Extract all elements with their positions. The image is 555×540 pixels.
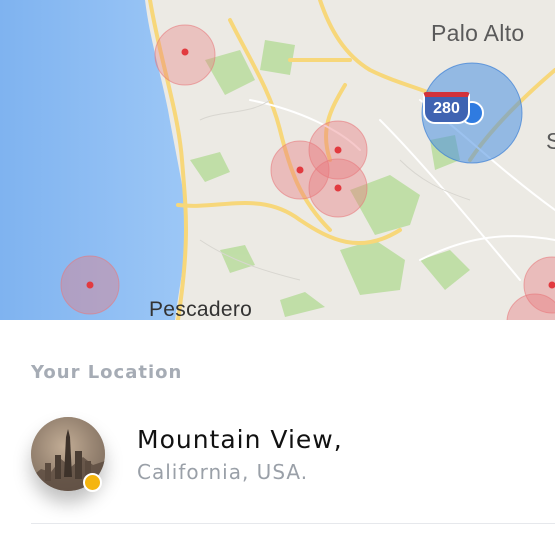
map-label-pescadero: Pescadero bbox=[149, 298, 253, 320]
highway-shield: 280 bbox=[423, 92, 470, 124]
location-city: Mountain View, bbox=[137, 425, 343, 454]
location-panel: Your Location Mountain View, California,… bbox=[0, 320, 555, 540]
map-marker[interactable] bbox=[60, 255, 120, 315]
location-region: California, USA. bbox=[137, 460, 309, 484]
divider bbox=[31, 523, 555, 524]
map-marker[interactable] bbox=[154, 24, 216, 86]
section-label: Your Location bbox=[31, 362, 183, 383]
map-view[interactable]: Palo Alto Pescadero S 280 bbox=[0, 0, 555, 320]
map-marker[interactable] bbox=[308, 158, 368, 218]
status-dot bbox=[83, 473, 102, 492]
map-label-palo-alto: Palo Alto bbox=[431, 20, 525, 46]
map-label-edge: S bbox=[546, 128, 555, 154]
map-canvas bbox=[0, 0, 555, 320]
